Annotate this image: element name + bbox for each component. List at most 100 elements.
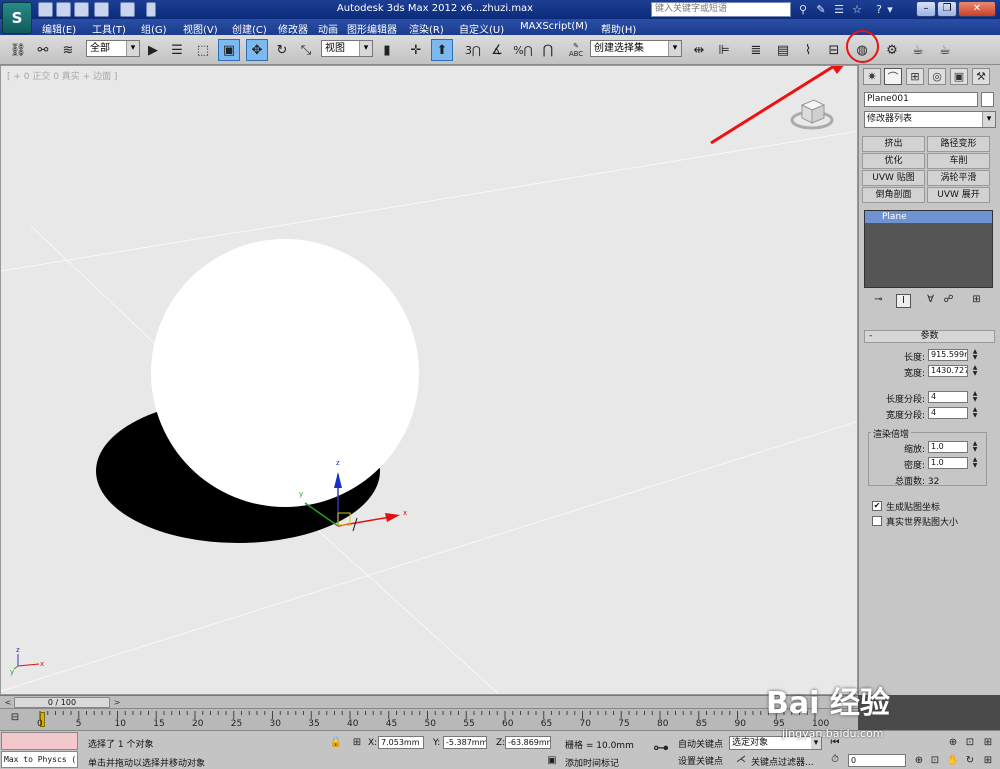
maxscript-mini-listener[interactable] (1, 732, 78, 750)
render-production-icon[interactable]: ☕ (934, 39, 956, 61)
unlink-icon[interactable]: ⚯ (32, 39, 54, 61)
time-slider[interactable]: < 0 / 100 > (0, 695, 858, 708)
display-tab-icon[interactable]: ▣ (950, 68, 968, 85)
menu-customize[interactable]: 自定义(U) (459, 21, 504, 36)
window-crossing-icon[interactable]: ▣ (218, 39, 240, 61)
sphere-object[interactable] (151, 239, 419, 507)
modifier-button-uvw-map[interactable]: UVW 贴图 (862, 170, 925, 186)
layer-manager-icon[interactable]: ≣ (745, 39, 767, 61)
configure-modifier-sets-icon[interactable]: ⊞ (969, 294, 984, 308)
menu-views[interactable]: 视图(V) (183, 21, 218, 36)
maximize-viewport-icon[interactable]: ⊞ (981, 754, 995, 768)
spinner-snap-icon[interactable]: ⋂ (537, 39, 559, 61)
menu-graph-editors[interactable]: 图形编辑器 (347, 21, 397, 36)
time-slider-prev-icon[interactable]: < (3, 697, 13, 708)
favorites-star-icon[interactable]: ☆ (849, 2, 865, 17)
goto-start-icon[interactable]: ⏮ (828, 736, 842, 750)
modify-tab-icon[interactable]: ⌒ (884, 68, 902, 85)
object-color-swatch[interactable] (981, 92, 994, 107)
angle-snap-icon[interactable]: ∡ (486, 39, 508, 61)
binoculars-icon[interactable]: ⚲ (795, 2, 811, 17)
remove-modifier-icon[interactable]: ☍ (941, 294, 956, 308)
add-time-tag-icon[interactable]: ▣ (545, 754, 559, 768)
mirror-icon[interactable]: ⇹ (688, 39, 710, 61)
width-segs-field[interactable]: 4 (928, 407, 968, 419)
viewcube-icon[interactable] (790, 93, 834, 131)
quick-access-dropdown-icon[interactable] (146, 2, 156, 17)
pin-stack-icon[interactable]: ⊸ (871, 294, 886, 308)
menu-animation[interactable]: 动画 (318, 21, 338, 36)
open-mini-curve-editor-icon[interactable]: ⊟ (8, 711, 22, 725)
parameters-rollout-header[interactable]: - 参数 (864, 330, 995, 343)
zoom-icon[interactable]: ⊕ (912, 754, 926, 768)
schematic-view-icon[interactable]: ⊟ (823, 39, 845, 61)
length-segs-field[interactable]: 4 (928, 391, 968, 403)
keyboard-shortcut-override-icon[interactable]: ⬆ (431, 39, 453, 61)
perspective-viewport[interactable]: z x y z x y [ + 0 正交 0 真实 + 边面 ] (0, 65, 858, 695)
hierarchy-tab-icon[interactable]: ⊞ (906, 68, 924, 85)
redo-icon[interactable] (120, 2, 135, 17)
rectangular-selection-icon[interactable]: ⬚ (192, 39, 214, 61)
close-button[interactable]: ✕ (958, 1, 996, 17)
z-coordinate-field[interactable]: -63.869mm (505, 736, 551, 749)
auto-key-button[interactable]: 自动关键点 (678, 737, 723, 750)
rendered-frame-window-icon[interactable]: ☕ (907, 39, 929, 61)
minimize-button[interactable]: – (916, 1, 936, 17)
y-coordinate-field[interactable]: -5.387mm (443, 736, 487, 749)
bind-space-warp-icon[interactable]: ≋ (57, 39, 79, 61)
select-by-name-icon[interactable]: ☰ (166, 39, 188, 61)
width-field[interactable]: 1430.727r (928, 365, 968, 377)
undo-icon[interactable] (94, 2, 109, 17)
width-spinner-icon[interactable]: ▲ ▼ (971, 365, 979, 377)
time-slider-next-icon[interactable]: > (112, 697, 122, 708)
zoom-extents-selected-icon[interactable]: ⊡ (963, 736, 977, 750)
pan-view-icon[interactable]: ✋ (946, 754, 960, 768)
help-search-input[interactable]: 键入关键字或短语 (651, 2, 791, 17)
curve-editor-icon[interactable]: ⌇ (797, 39, 819, 61)
select-and-manipulate-icon[interactable]: ✛ (405, 39, 427, 61)
communication-icon[interactable]: ☰ (831, 2, 847, 17)
length-segs-spinner-icon[interactable]: ▲ ▼ (971, 391, 979, 403)
x-coordinate-field[interactable]: 7.053mm (378, 736, 424, 749)
named-selection-dropdown[interactable]: 创建选择集 (590, 40, 682, 57)
modifier-button-unwrap-uvw[interactable]: UVW 展开 (927, 187, 990, 203)
gen-map-coords-checkbox[interactable]: ✔ (872, 501, 882, 511)
reference-coordinate-dropdown[interactable]: 视图 (321, 40, 373, 57)
scale-field[interactable]: 1.0 (928, 441, 968, 453)
width-segs-spinner-icon[interactable]: ▲ ▼ (971, 407, 979, 419)
add-time-tag[interactable]: 添加时间标记 (565, 756, 619, 769)
modifier-list-dropdown[interactable]: 修改器列表 (864, 111, 996, 128)
graphite-ribbon-icon[interactable]: ▤ (772, 39, 794, 61)
key-filters-icon[interactable]: ⋌ (734, 753, 748, 767)
select-and-scale-icon[interactable]: ⤡ (295, 39, 317, 61)
align-icon[interactable]: ⊫ (713, 39, 735, 61)
utilities-tab-icon[interactable]: ⚒ (972, 68, 990, 85)
key-mode-dropdown[interactable]: 选定对象 (729, 736, 822, 750)
time-slider-thumb[interactable]: 0 / 100 (14, 697, 110, 708)
time-config-icon[interactable]: ⏱ (828, 753, 842, 767)
help-icon[interactable]: ? (871, 2, 887, 17)
menu-create[interactable]: 创建(C) (232, 21, 267, 36)
object-name-field[interactable]: Plane001 (864, 92, 978, 107)
length-spinner-icon[interactable]: ▲ ▼ (971, 349, 979, 361)
help-dropdown-icon[interactable]: ▾ (886, 2, 894, 17)
modifier-stack[interactable]: Plane (864, 210, 993, 288)
link-icon[interactable]: ⛓ (7, 39, 29, 61)
pivot-center-icon[interactable]: ▮ (376, 39, 398, 61)
menu-rendering[interactable]: 渲染(R) (409, 21, 444, 36)
menu-help[interactable]: 帮助(H) (601, 21, 636, 36)
save-file-icon[interactable] (74, 2, 89, 17)
density-field[interactable]: 1.0 (928, 457, 968, 469)
maxscript-listener-output[interactable]: Max to Physcs ( (1, 751, 78, 768)
menu-edit[interactable]: 编辑(E) (42, 21, 76, 36)
snaps-toggle-icon[interactable]: 3 ⋂ (460, 39, 486, 61)
edit-named-selection-icon[interactable]: ✎ ABC (565, 39, 587, 61)
track-bar[interactable]: 0 5 10 15 20 25 30 35 40 45 50 55 60 65 70 75 80 85 90 95 10… (0, 708, 858, 730)
key-icon[interactable]: ⊶ (650, 740, 672, 756)
new-file-icon[interactable] (38, 2, 53, 17)
density-spinner-icon[interactable]: ▲ ▼ (971, 457, 979, 469)
percent-snap-icon[interactable]: % ⋂ (510, 39, 536, 61)
real-world-map-checkbox[interactable] (872, 516, 882, 526)
current-frame-field[interactable]: 0 (848, 754, 906, 767)
create-tab-icon[interactable]: ✷ (863, 68, 881, 85)
